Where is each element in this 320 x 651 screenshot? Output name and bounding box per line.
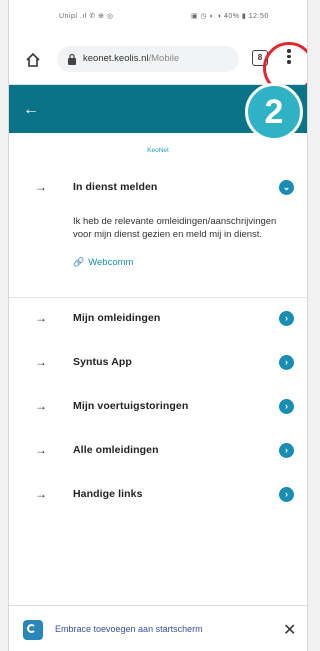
home-icon[interactable] (25, 52, 41, 68)
chevron-down-icon[interactable]: ⌄ (279, 180, 294, 195)
chevron-right-icon[interactable]: › (279, 443, 294, 458)
webcomm-label[interactable]: Webcomm (88, 257, 133, 268)
menu-item-label: In dienst melden (73, 181, 158, 193)
url-text: keonet.keolis.nl/Mobile (83, 53, 179, 64)
status-right: ▣ ◷ ◐ ◑ 40% ▮ 12:50 (191, 13, 269, 20)
phone-screen: Unipl .ıl ✆ ⊕ ◎ ▣ ◷ ◐ ◑ 40% ▮ 12:50 keon… (8, 0, 308, 651)
menu-item-in-dienst-melden[interactable]: → In dienst melden ⌄ (9, 167, 307, 211)
arrow-right-icon: → (35, 180, 47, 194)
chevron-right-icon[interactable]: › (279, 399, 294, 414)
menu-item-handige-links[interactable]: → Handige links › (9, 474, 307, 518)
lock-icon (68, 53, 76, 65)
status-bar: Unipl .ıl ✆ ⊕ ◎ ▣ ◷ ◐ ◑ 40% ▮ 12:50 (9, 0, 307, 34)
paperclip-icon: 🔗 (73, 257, 85, 267)
menu-item-mijn-voertuigstoringen[interactable]: → Mijn voertuigstoringen › (9, 386, 307, 430)
status-left: Unipl .ıl ✆ ⊕ ◎ (59, 13, 114, 20)
webcomm-link[interactable]: 🔗 Webcomm (73, 257, 307, 293)
arrow-right-icon: → (35, 487, 47, 501)
back-arrow-icon[interactable]: ← (23, 101, 39, 119)
menu-item-mijn-omleidingen[interactable]: → Mijn omleidingen › (9, 298, 307, 342)
url-path: /Mobile (148, 53, 180, 64)
chevron-right-icon[interactable]: › (279, 487, 294, 502)
expanded-description: Ik heb de relevante omleidingen/aanschri… (73, 216, 277, 240)
chevron-right-icon[interactable]: › (279, 311, 294, 326)
chevron-right-icon[interactable]: › (279, 355, 294, 370)
menu-item-label: Alle omleidingen (73, 444, 159, 456)
add-to-homescreen-banner[interactable]: Embrace toevoegen aan startscherm ✕ (9, 605, 307, 651)
address-bar[interactable]: keonet.keolis.nl/Mobile (57, 46, 239, 72)
step-badge: 2 (245, 83, 303, 141)
close-icon[interactable]: ✕ (283, 620, 296, 640)
menu-item-label: Syntus App (73, 356, 132, 368)
menu-item-label: Mijn voertuigstoringen (73, 400, 189, 412)
url-host: keonet.keolis.nl (83, 53, 149, 64)
arrow-right-icon: → (35, 443, 47, 457)
brand-label: KeoNet (147, 147, 169, 154)
banner-text[interactable]: Embrace toevoegen aan startscherm (55, 624, 203, 634)
arrow-right-icon: → (35, 311, 47, 325)
menu-item-syntus-app[interactable]: → Syntus App › (9, 342, 307, 386)
menu-list: → In dienst melden ⌄ Ik heb de relevante… (9, 167, 307, 518)
menu-item-alle-omleidingen[interactable]: → Alle omleidingen › (9, 430, 307, 474)
embrace-logo-icon (23, 620, 43, 640)
browser-toolbar: keonet.keolis.nl/Mobile 8 (9, 34, 307, 94)
arrow-right-icon: → (35, 355, 47, 369)
menu-item-label: Handige links (73, 488, 143, 500)
arrow-right-icon: → (35, 399, 47, 413)
menu-item-label: Mijn omleidingen (73, 312, 161, 324)
